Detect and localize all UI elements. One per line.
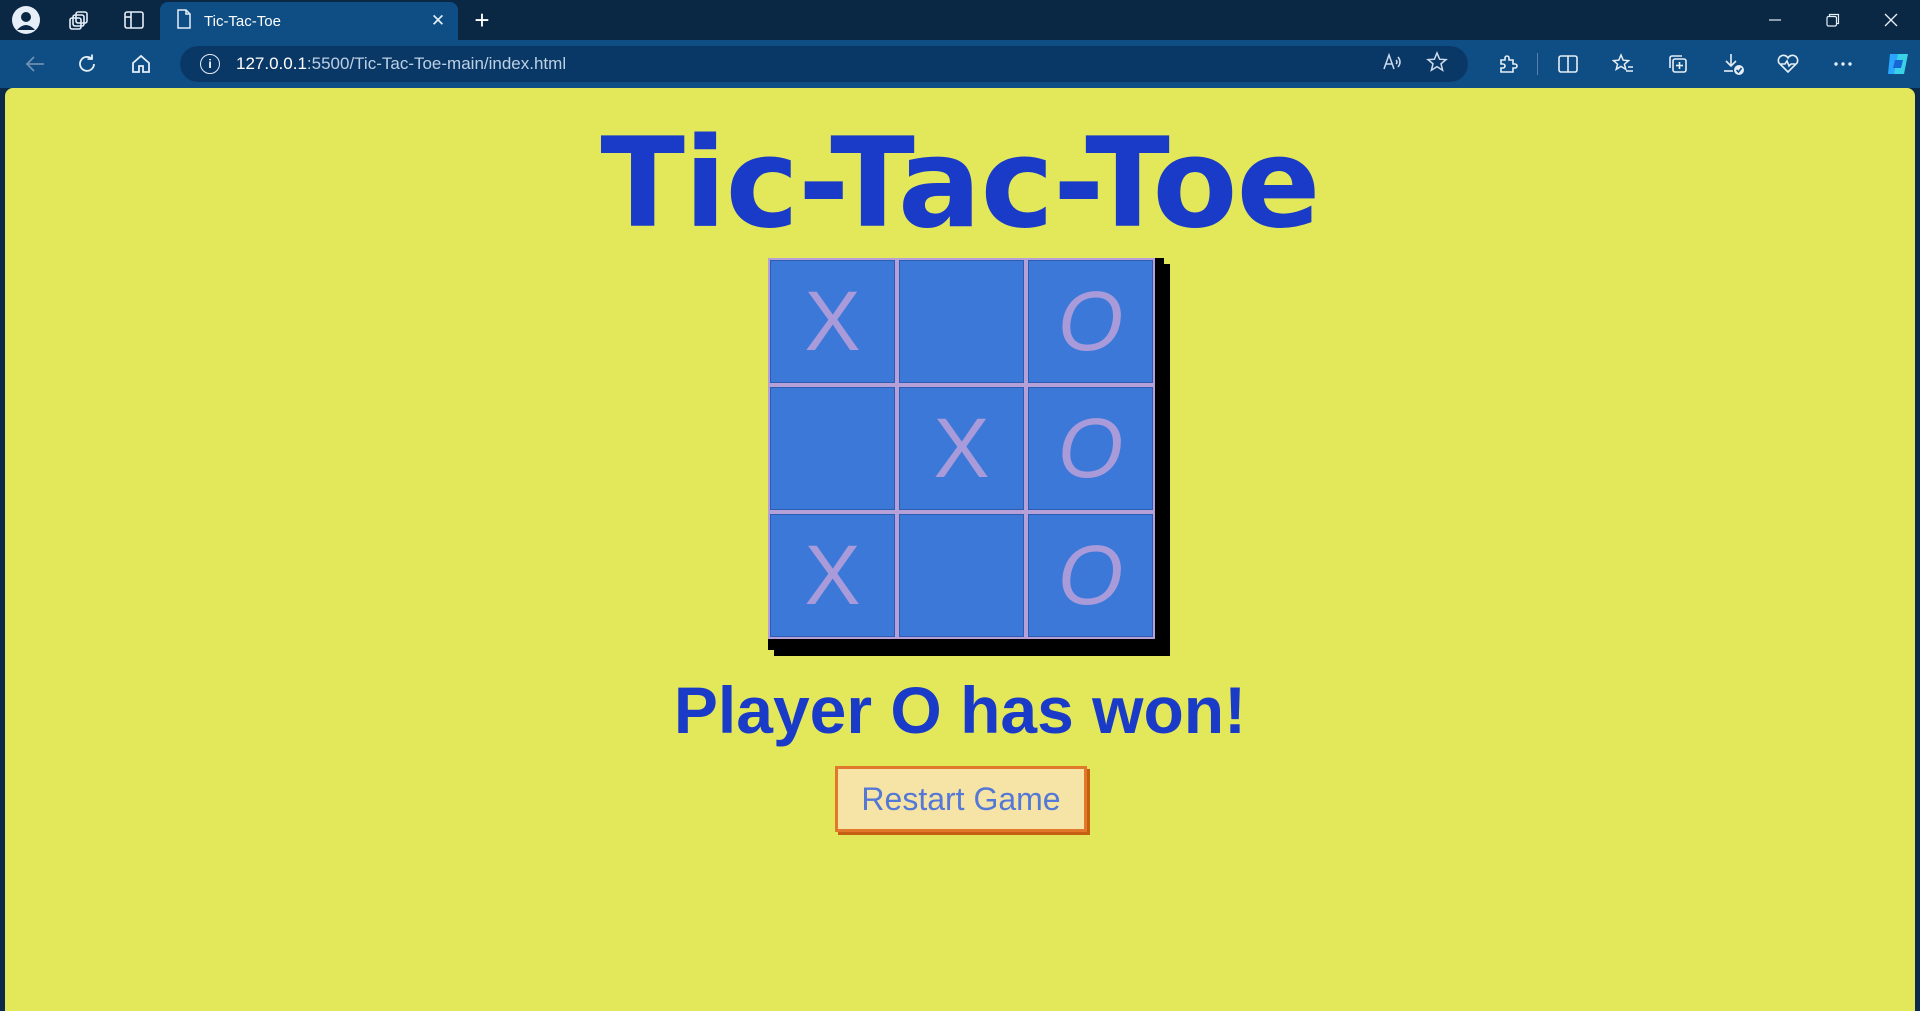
- page-viewport: Tic-Tac-Toe X O X O X O Player O has won…: [5, 88, 1915, 1011]
- game-board: X O X O X O: [768, 258, 1164, 650]
- board-cell-2[interactable]: [897, 258, 1026, 385]
- tab-title: Tic-Tac-Toe: [204, 12, 281, 30]
- url-path: :5500/Tic-Tac-Toe-main/index.html: [306, 54, 567, 73]
- address-bar[interactable]: i 127.0.0.1:5500/Tic-Tac-Toe-main/index.…: [180, 46, 1468, 82]
- favorites-icon[interactable]: [1595, 44, 1650, 84]
- info-icon[interactable]: i: [200, 54, 220, 74]
- back-icon[interactable]: [12, 44, 58, 84]
- document-icon: [176, 9, 192, 33]
- more-icon[interactable]: [1815, 44, 1870, 84]
- board-cell-4[interactable]: [768, 385, 897, 512]
- extensions-icon[interactable]: [1480, 44, 1535, 84]
- game-status: Player O has won!: [673, 673, 1247, 747]
- collections-icon[interactable]: [1650, 44, 1705, 84]
- browser-toolbar: [1480, 44, 1920, 84]
- browser-titlebar: Tic-Tac-Toe ✕ +: [0, 0, 1920, 40]
- url-text[interactable]: 127.0.0.1:5500/Tic-Tac-Toe-main/index.ht…: [236, 54, 566, 74]
- home-icon[interactable]: [118, 44, 164, 84]
- tab-close-icon[interactable]: ✕: [424, 11, 452, 31]
- workspaces-icon[interactable]: [62, 2, 98, 38]
- split-screen-icon[interactable]: [1540, 44, 1595, 84]
- address-bar-actions: [1382, 46, 1448, 82]
- board-cell-3[interactable]: O: [1026, 258, 1155, 385]
- performance-icon[interactable]: [1760, 44, 1815, 84]
- board-cell-8[interactable]: [897, 512, 1026, 639]
- tab-actions-icon[interactable]: [116, 2, 152, 38]
- page-title: Tic-Tac-Toe: [600, 112, 1320, 256]
- refresh-icon[interactable]: [64, 44, 110, 84]
- restart-button[interactable]: Restart Game: [835, 766, 1087, 832]
- profile-icon[interactable]: [8, 2, 44, 38]
- copilot-icon[interactable]: [1870, 44, 1920, 84]
- read-aloud-icon[interactable]: [1382, 52, 1402, 77]
- url-host: 127.0.0.1: [236, 54, 307, 73]
- restore-icon[interactable]: [1804, 0, 1862, 40]
- board-cell-9[interactable]: O: [1026, 512, 1155, 639]
- minimize-icon[interactable]: [1746, 0, 1804, 40]
- active-tab[interactable]: Tic-Tac-Toe ✕: [160, 2, 458, 40]
- close-window-icon[interactable]: [1862, 0, 1920, 40]
- new-tab-button[interactable]: +: [466, 4, 498, 36]
- board-cell-6[interactable]: O: [1026, 385, 1155, 512]
- board-cell-7[interactable]: X: [768, 512, 897, 639]
- browser-navbar: i 127.0.0.1:5500/Tic-Tac-Toe-main/index.…: [0, 40, 1920, 88]
- downloads-icon[interactable]: [1705, 44, 1760, 84]
- board-cell-1[interactable]: X: [768, 258, 897, 385]
- window-controls: [1746, 0, 1920, 40]
- toolbar-separator: [1537, 53, 1538, 75]
- star-icon[interactable]: [1426, 50, 1448, 78]
- board-cell-5[interactable]: X: [897, 385, 1026, 512]
